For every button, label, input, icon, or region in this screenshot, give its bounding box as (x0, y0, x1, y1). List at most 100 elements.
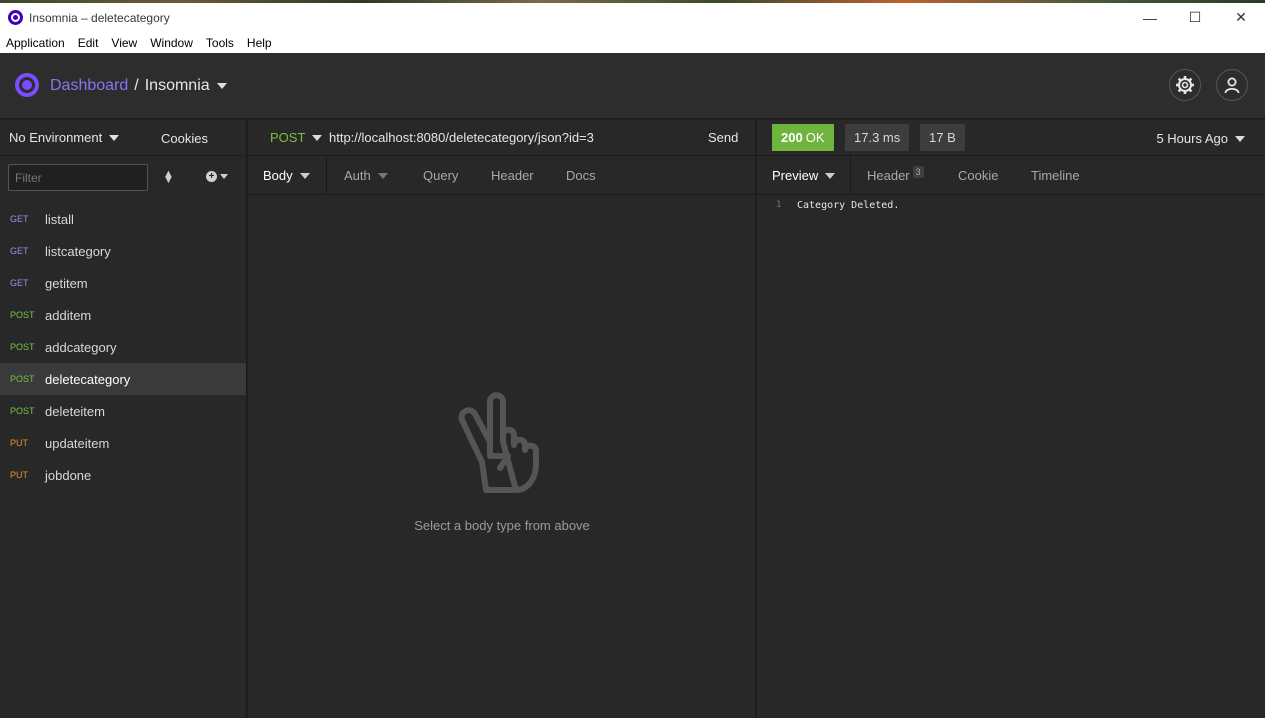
request-name: listall (45, 211, 74, 227)
line-number: 1 (776, 200, 782, 210)
request-item[interactable]: POST deleteitem (0, 395, 246, 427)
method-dropdown[interactable]: POST (270, 130, 323, 145)
chevron-down-icon (220, 174, 228, 179)
request-name: listcategory (45, 243, 111, 259)
status-badge: 200 OK (772, 124, 834, 151)
empty-message: Select a body type from above (414, 518, 590, 533)
tab-body[interactable]: Body (263, 156, 310, 195)
method-badge: POST (10, 342, 35, 352)
environment-row: No Environment Cookies (0, 120, 246, 156)
tab-query[interactable]: Query (423, 156, 458, 195)
request-item[interactable]: POST additem (0, 299, 246, 331)
tab-timeline[interactable]: Timeline (1031, 156, 1080, 195)
method-badge: GET (10, 278, 29, 288)
cookies-button[interactable]: Cookies (161, 131, 208, 146)
menu-bar: Application Edit View Window Tools Help (0, 32, 1265, 53)
request-item[interactable]: GET listall (0, 203, 246, 235)
chevron-down-icon (312, 134, 323, 141)
method-label: POST (270, 130, 306, 145)
request-item[interactable]: PUT updateitem (0, 427, 246, 459)
settings-button[interactable] (1169, 69, 1201, 101)
workspace-dropdown[interactable]: Insomnia (145, 77, 210, 95)
chevron-down-icon (299, 172, 310, 179)
filter-row (8, 164, 148, 191)
url-input[interactable]: http://localhost:8080/deletecategory/jso… (329, 130, 594, 145)
environment-dropdown[interactable]: No Environment (9, 130, 102, 145)
peace-hand-icon (458, 392, 539, 493)
tab-auth[interactable]: Auth (344, 156, 388, 195)
add-request-button[interactable]: + (206, 171, 228, 182)
menu-view[interactable]: View (111, 36, 137, 50)
request-item[interactable]: POST addcategory (0, 331, 246, 363)
tab-cookie[interactable]: Cookie (958, 156, 998, 195)
method-badge: PUT (10, 470, 28, 480)
method-badge: PUT (10, 438, 28, 448)
breadcrumb-dashboard[interactable]: Dashboard (50, 77, 128, 95)
request-pane: POST http://localhost:8080/deletecategor… (248, 120, 756, 718)
tab-divider (326, 156, 327, 195)
request-name: updateitem (45, 435, 110, 451)
chevron-down-icon (825, 172, 836, 179)
tab-label: Auth (344, 168, 371, 183)
method-badge: POST (10, 374, 35, 384)
method-badge: POST (10, 310, 35, 320)
status-text: OK (805, 130, 825, 145)
history-dropdown[interactable]: 5 Hours Ago (1156, 131, 1245, 146)
status-code: 200 (781, 130, 803, 145)
send-button[interactable]: Send (708, 130, 738, 145)
menu-help[interactable]: Help (247, 36, 272, 50)
time-badge: 17.3 ms (845, 124, 910, 151)
request-name: getitem (45, 275, 88, 291)
response-body-text: Category Deleted. (797, 200, 900, 211)
tab-docs[interactable]: Docs (566, 156, 596, 195)
menu-edit[interactable]: Edit (78, 36, 99, 50)
request-name: additem (45, 307, 92, 323)
plus-icon: + (206, 171, 217, 182)
request-name: addcategory (45, 339, 117, 355)
account-button[interactable] (1216, 69, 1248, 101)
breadcrumb: Dashboard / Insomnia (50, 77, 227, 95)
chevron-down-icon[interactable] (109, 134, 120, 141)
time-ago-label: 5 Hours Ago (1156, 131, 1228, 146)
tab-label: Body (263, 168, 293, 183)
user-icon (1224, 77, 1240, 94)
app-header: Dashboard / Insomnia (0, 53, 1265, 119)
tab-label: Preview (772, 168, 819, 183)
request-item[interactable]: PUT jobdone (0, 459, 246, 491)
maximize-button[interactable]: ☐ (1172, 3, 1218, 32)
menu-application[interactable]: Application (6, 36, 65, 50)
request-item[interactable]: GET listcategory (0, 235, 246, 267)
insomnia-app-icon (8, 10, 23, 25)
filter-input[interactable] (8, 164, 148, 191)
size-badge: 17 B (920, 124, 965, 151)
request-item-active[interactable]: POST deletecategory (0, 363, 246, 395)
method-badge: POST (10, 406, 35, 416)
tab-label: Header (867, 168, 910, 183)
chevron-down-icon (377, 172, 388, 179)
method-badge: GET (10, 246, 29, 256)
menu-tools[interactable]: Tools (206, 36, 234, 50)
close-button[interactable]: ✕ (1218, 3, 1264, 32)
url-bar: POST http://localhost:8080/deletecategor… (248, 120, 755, 156)
insomnia-logo-icon[interactable] (15, 73, 39, 97)
tab-header[interactable]: Header (491, 156, 534, 195)
tab-preview[interactable]: Preview (772, 156, 836, 195)
response-pane: 200 OK 17.3 ms 17 B 5 Hours Ago Preview … (757, 120, 1265, 718)
tab-header[interactable]: Header 3 (867, 156, 924, 195)
request-name: jobdone (45, 467, 92, 483)
header-count-badge: 3 (912, 165, 924, 178)
sort-icon[interactable]: ▲ ▼ (163, 169, 174, 186)
chevron-down-icon[interactable] (216, 83, 227, 89)
gear-icon (1176, 76, 1194, 94)
menu-window[interactable]: Window (150, 36, 193, 50)
window-title: Insomnia – deletecategory (29, 11, 170, 25)
window-titlebar: Insomnia – deletecategory — ☐ ✕ (0, 3, 1265, 32)
minimize-button[interactable]: — (1127, 3, 1173, 32)
request-tabs: Body Auth Query Header Docs (248, 156, 755, 195)
request-item[interactable]: GET getitem (0, 267, 246, 299)
tab-divider (850, 156, 851, 195)
sidebar: No Environment Cookies ▲▼ + GET listall … (0, 120, 247, 718)
request-list: GET listall GET listcategory GET getitem… (0, 203, 246, 491)
breadcrumb-separator: / (134, 77, 139, 94)
request-name: deletecategory (45, 371, 131, 387)
